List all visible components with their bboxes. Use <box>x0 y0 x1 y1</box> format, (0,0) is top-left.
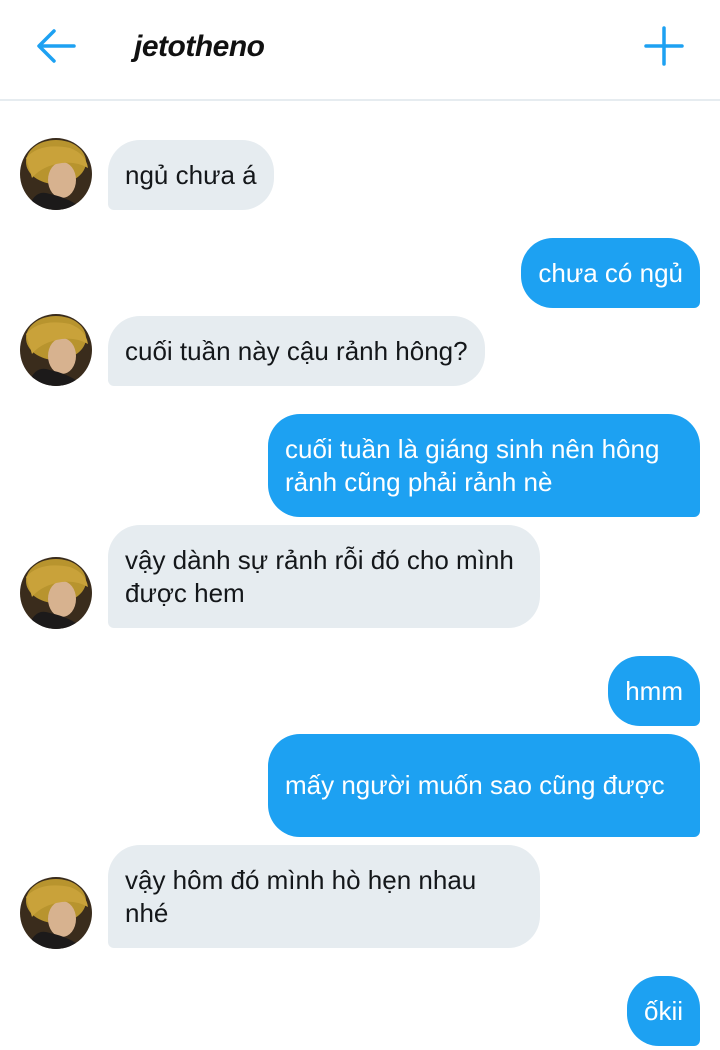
message-thread: ngủ chưa á chưa có ngủ cuối tuần này cậu… <box>0 101 720 1050</box>
avatar[interactable] <box>20 138 92 210</box>
message-bubble-incoming[interactable]: vậy dành sự rảnh rỗi đó cho mình được he… <box>108 525 540 628</box>
profile-photo <box>20 557 92 629</box>
avatar[interactable] <box>20 557 92 629</box>
message-bubble-incoming[interactable]: ngủ chưa á <box>108 140 274 210</box>
message-bubble-incoming[interactable]: vậy hôm đó mình hò hẹn nhau nhé <box>108 845 540 948</box>
conversation-title: jetotheno <box>134 30 265 63</box>
arrow-left-icon <box>37 29 76 63</box>
message-bubble-outgoing[interactable]: mấy người muốn sao cũng được <box>268 734 700 837</box>
message-bubble-outgoing[interactable]: chưa có ngủ <box>521 238 700 308</box>
back-button[interactable] <box>34 26 78 66</box>
conversation-header: jetotheno <box>0 0 720 101</box>
profile-photo <box>20 877 92 949</box>
profile-photo <box>20 138 92 210</box>
add-button[interactable] <box>642 24 686 68</box>
message-bubble-outgoing[interactable]: hmm <box>608 656 700 726</box>
avatar[interactable] <box>20 877 92 949</box>
message-bubble-outgoing[interactable]: ốkii <box>626 976 700 1046</box>
profile-photo <box>20 314 92 386</box>
message-bubble-outgoing[interactable]: cuối tuần là giáng sinh nên hông rảnh cũ… <box>268 414 700 517</box>
message-bubble-incoming[interactable]: cuối tuần này cậu rảnh hông? <box>108 316 485 386</box>
avatar[interactable] <box>20 314 92 386</box>
plus-icon <box>644 26 684 66</box>
